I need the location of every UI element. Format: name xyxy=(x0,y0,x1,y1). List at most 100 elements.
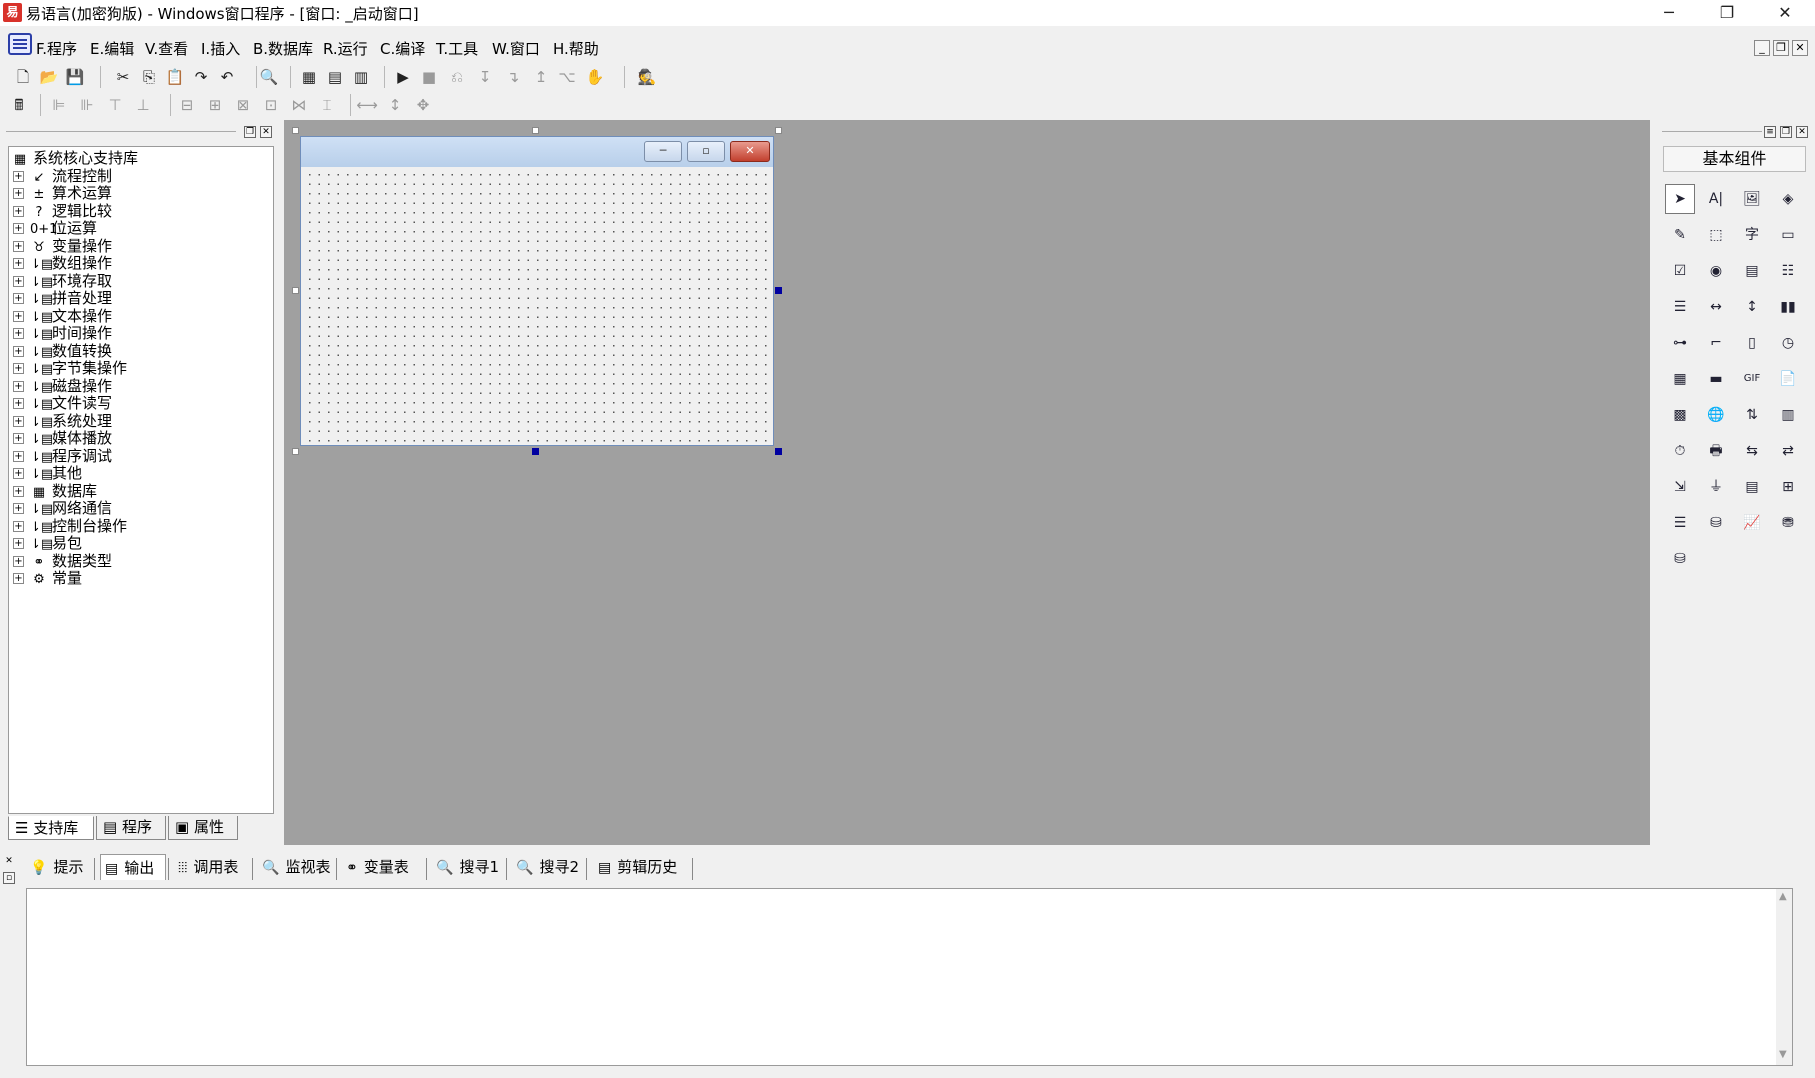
cut-icon[interactable]: ✂ xyxy=(112,66,134,88)
form-maximize-button[interactable]: ▫ xyxy=(687,141,725,162)
table-icon[interactable]: ▤ xyxy=(1737,472,1767,502)
expand-icon[interactable]: + xyxy=(13,415,24,427)
resize-handle[interactable] xyxy=(775,127,782,134)
button-icon[interactable]: ▭ xyxy=(1773,220,1803,250)
hand-icon[interactable]: ✋ xyxy=(584,66,606,88)
panel-close-button[interactable]: ✕ xyxy=(260,126,272,138)
close-button[interactable]: ✕ xyxy=(1756,0,1814,26)
output-scrollbar[interactable]: ▲ ▼ xyxy=(1776,889,1792,1065)
component-group-header[interactable]: 基本组件 xyxy=(1663,146,1806,172)
stop-icon[interactable]: ■ xyxy=(418,66,440,88)
expand-icon[interactable]: + xyxy=(13,205,24,217)
tree-item[interactable]: + ⇂▤数组操作 xyxy=(13,255,112,273)
menu-window[interactable]: W.窗口 xyxy=(492,38,540,59)
tree-item[interactable]: + ± 算术运算 xyxy=(13,185,112,203)
run-to-cursor-icon[interactable]: ⌥ xyxy=(556,66,578,88)
printer-icon[interactable]: 🖶 xyxy=(1701,436,1731,466)
mdi-minimize-button[interactable]: _ xyxy=(1754,40,1770,56)
tree-item[interactable]: + ⇂▤环境存取 xyxy=(13,272,112,291)
calendar-icon[interactable]: ▦ xyxy=(1665,364,1695,394)
find-icon[interactable]: 🔍 xyxy=(258,66,280,88)
vscroll-icon[interactable]: ↕ xyxy=(1737,292,1767,322)
panel-close-button[interactable]: ✕ xyxy=(1796,126,1808,138)
menu-run[interactable]: R.运行 xyxy=(323,38,368,59)
step-into-icon[interactable]: ↧ xyxy=(474,66,496,88)
tab-variables[interactable]: ⚭ 变量表 xyxy=(342,854,424,880)
expand-icon[interactable]: + xyxy=(13,520,24,532)
expand-icon[interactable]: + xyxy=(13,450,24,462)
tree-item[interactable]: + ⇂▤网络通信 xyxy=(13,500,112,518)
tree-item[interactable]: + ⇂▤控制台操作 xyxy=(13,517,127,536)
expand-icon[interactable]: + xyxy=(13,555,24,567)
label-icon[interactable]: A| xyxy=(1701,184,1731,214)
tree-item[interactable]: + ⚭ 数据类型 xyxy=(13,552,112,571)
calculator-icon[interactable]: 🖩 xyxy=(8,94,30,116)
form-close-button[interactable]: ✕ xyxy=(730,141,770,162)
text-icon[interactable]: 字 xyxy=(1737,220,1767,250)
tab-search1[interactable]: 🔍 搜寻1 xyxy=(432,854,504,880)
gif-icon[interactable]: GIF xyxy=(1737,364,1767,394)
form-minimize-button[interactable]: ─ xyxy=(644,141,682,162)
form-client-area[interactable] xyxy=(302,167,772,445)
combobox-icon[interactable]: ▤ xyxy=(1737,256,1767,286)
expand-icon[interactable]: + xyxy=(13,258,24,269)
expand-icon[interactable]: + xyxy=(13,170,24,182)
expand-icon[interactable]: + xyxy=(13,293,24,304)
listbox-icon[interactable]: ☷ xyxy=(1773,256,1803,286)
resize-handle[interactable] xyxy=(292,287,299,294)
tab-program[interactable]: ▤ 程序 xyxy=(96,816,166,840)
color-icon[interactable]: ▩ xyxy=(1665,400,1695,430)
tree-item[interactable]: ▦ 系统核心支持库 xyxy=(11,150,138,168)
open-icon[interactable]: 📂 xyxy=(38,66,60,88)
tree-item[interactable]: + ⇂▤字节集操作 xyxy=(13,360,127,378)
tab-hint[interactable]: 💡 提示 xyxy=(26,854,92,880)
tree-icon[interactable]: ⊞ xyxy=(1773,472,1803,502)
chart-icon[interactable]: 📈 xyxy=(1737,508,1767,538)
slider-icon[interactable]: ⊶ xyxy=(1665,328,1695,358)
pointer-icon[interactable]: ➤ xyxy=(1665,184,1695,214)
expand-icon[interactable]: + xyxy=(13,275,24,287)
menu-edit[interactable]: E.编辑 xyxy=(90,38,134,59)
resize-handle[interactable] xyxy=(292,448,299,455)
scroll-down-icon[interactable]: ▼ xyxy=(1779,1049,1787,1060)
frame-icon[interactable]: ▯ xyxy=(1737,328,1767,358)
tree-item[interactable]: + ⚙ 常量 xyxy=(13,570,82,588)
odbc2-icon[interactable]: ⛁ xyxy=(1665,544,1695,574)
tab-call-stack[interactable]: ⦙⦙⦙ 调用表 xyxy=(174,854,250,880)
tab-support-library[interactable]: ☰ 支持库 xyxy=(8,816,94,840)
debug-person-icon[interactable]: 🕵 xyxy=(636,66,658,88)
statusbar-icon[interactable]: ▬ xyxy=(1701,364,1731,394)
expand-icon[interactable]: + xyxy=(13,468,24,479)
tree-item[interactable]: + ⇂▤时间操作 xyxy=(13,325,112,343)
minimize-button[interactable]: ─ xyxy=(1640,0,1698,26)
expand-icon[interactable]: + xyxy=(13,240,24,252)
tree-item[interactable]: + ⇂▤拼音处理 xyxy=(13,290,112,308)
grid-icon[interactable]: ▥ xyxy=(1773,400,1803,430)
tree-item[interactable]: + ⇂▤媒体播放 xyxy=(13,430,112,448)
panel-float-button[interactable]: ▫ xyxy=(3,872,15,884)
radio-icon[interactable]: ◉ xyxy=(1701,256,1731,286)
tree-item[interactable]: + ⇂▤系统处理 xyxy=(13,412,112,431)
panel-menu-button[interactable]: ≡ xyxy=(1764,126,1776,138)
tree-item[interactable]: + ♉ 变量操作 xyxy=(13,237,112,256)
tree-item[interactable]: + ⇂▤文件读写 xyxy=(13,395,112,413)
layout1-icon[interactable]: ▦ xyxy=(298,66,320,88)
expand-icon[interactable]: + xyxy=(13,538,24,549)
expand-icon[interactable]: + xyxy=(13,398,24,409)
redo-icon[interactable]: ↷ xyxy=(190,66,212,88)
mdi-restore-button[interactable]: ❐ xyxy=(1773,40,1789,56)
tab-watch[interactable]: 🔍 监视表 xyxy=(258,854,334,880)
tree-item[interactable]: +0+1位运算 xyxy=(13,220,97,238)
checkbox-icon[interactable]: ☑ xyxy=(1665,256,1695,286)
copy-icon[interactable]: ⎘ xyxy=(138,66,160,88)
expand-icon[interactable]: + xyxy=(13,380,24,392)
clock-icon[interactable]: ◷ xyxy=(1773,328,1803,358)
network-icon[interactable]: ⇲ xyxy=(1665,472,1695,502)
shape-icon[interactable]: ◈ xyxy=(1773,184,1803,214)
tab-clip-history[interactable]: ▤ 剪辑历史 xyxy=(594,854,690,880)
resize-handle[interactable] xyxy=(532,127,539,134)
expand-icon[interactable]: + xyxy=(13,573,24,584)
step-over-icon[interactable]: ↴ xyxy=(502,66,524,88)
tree-item[interactable]: + ↙ 流程控制 xyxy=(13,167,112,186)
panel-close-button[interactable]: ✕ xyxy=(3,856,15,868)
